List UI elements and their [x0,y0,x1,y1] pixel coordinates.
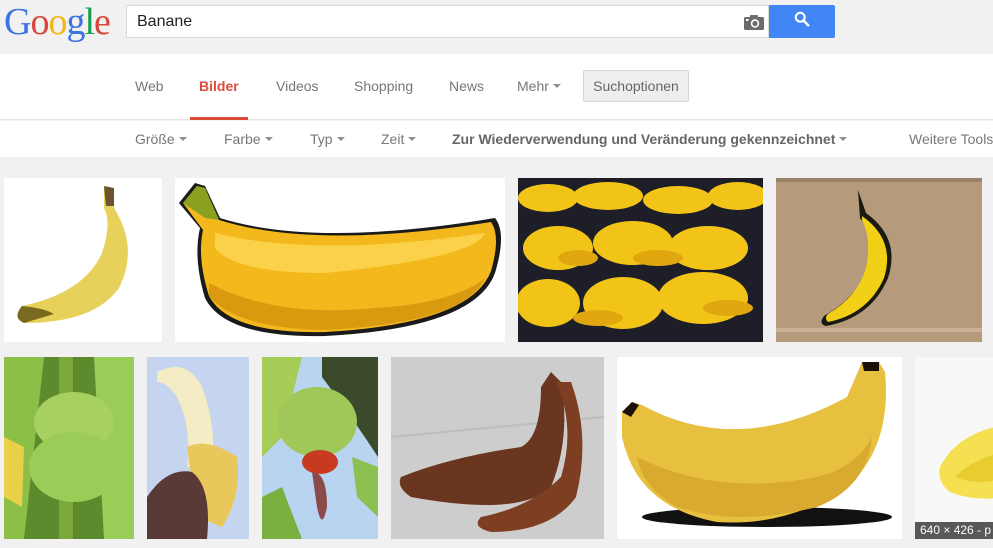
tab-label: Mehr [517,78,549,94]
caret-down-icon [336,137,345,142]
filter-label: Zur Wiederverwendung und Veränderung gek… [452,131,836,147]
filter-color[interactable]: Farbe [224,121,273,157]
caret-down-icon [178,137,187,142]
logo-letter: o [48,1,67,43]
filter-label: Zeit [381,131,405,147]
image-result[interactable] [776,178,982,342]
header: Google [0,0,993,54]
banana-flower-photo [262,357,378,539]
more-tools[interactable]: Weitere Tools [909,121,993,157]
logo-letter: o [30,1,49,43]
logo-letter: e [94,1,111,43]
banana-bunches-photo [518,178,763,342]
banana-graffiti-photo [776,178,982,342]
caret-down-icon [839,137,848,142]
image-result[interactable] [262,357,378,539]
tab-bilder[interactable]: Bilder [190,54,248,120]
tab-videos[interactable]: Videos [276,54,319,120]
image-result[interactable] [915,357,993,539]
search-tools-bar: Größe Farbe Typ Zeit Zur Wiederverwendun… [0,121,993,157]
filter-size[interactable]: Größe [135,121,187,157]
filter-label: Typ [310,131,333,147]
search-box [126,5,769,38]
search-options-button[interactable]: Suchoptionen [583,70,689,102]
caret-down-icon [552,84,561,89]
filter-usage-rights[interactable]: Zur Wiederverwendung und Veränderung gek… [452,121,848,157]
image-results-grid [0,157,993,548]
caret-down-icon [264,137,273,142]
google-logo[interactable]: Google [4,1,111,43]
image-result[interactable] [4,178,162,342]
search-button[interactable] [769,5,835,38]
tab-label: News [449,78,485,94]
camera-icon[interactable] [744,15,764,30]
green-banana-tree-photo [4,357,134,539]
image-result[interactable] [4,357,134,539]
image-result[interactable] [617,357,902,539]
tab-news[interactable]: News [449,54,484,120]
image-result[interactable] [147,357,249,539]
filter-label: Größe [135,131,175,147]
tab-shopping[interactable]: Shopping [354,54,413,120]
banana-clipart [179,183,501,337]
image-result[interactable] [518,178,763,342]
tab-mehr[interactable]: Mehr [517,54,561,120]
magnifier-icon [794,11,810,32]
filter-label: Farbe [224,131,261,147]
logo-letter: g [66,1,85,43]
tab-label: Shopping [354,78,414,94]
red-bananas-photo [391,357,604,539]
banana-photo [17,186,128,323]
logo-letter: l [84,1,95,43]
tab-label: Web [135,78,164,94]
filter-label: Weitere Tools [909,131,993,147]
image-result[interactable] [175,178,505,342]
glossy-banana-illustration [622,362,892,527]
image-dimensions-label: 640 × 426 - p [915,522,993,539]
tab-label: Bilder [199,78,239,94]
filter-type[interactable]: Typ [310,121,345,157]
caret-down-icon [408,137,417,142]
logo-letter: G [4,1,31,43]
peeled-banana-photo [147,357,249,539]
tab-label: Videos [276,78,319,94]
tab-web[interactable]: Web [135,54,164,120]
image-result[interactable] [391,357,604,539]
bananas-white-photo [915,357,993,539]
filter-time[interactable]: Zeit [381,121,417,157]
search-input[interactable] [127,6,737,37]
search-type-nav: Web Bilder Videos Shopping News Mehr Suc… [0,54,993,120]
